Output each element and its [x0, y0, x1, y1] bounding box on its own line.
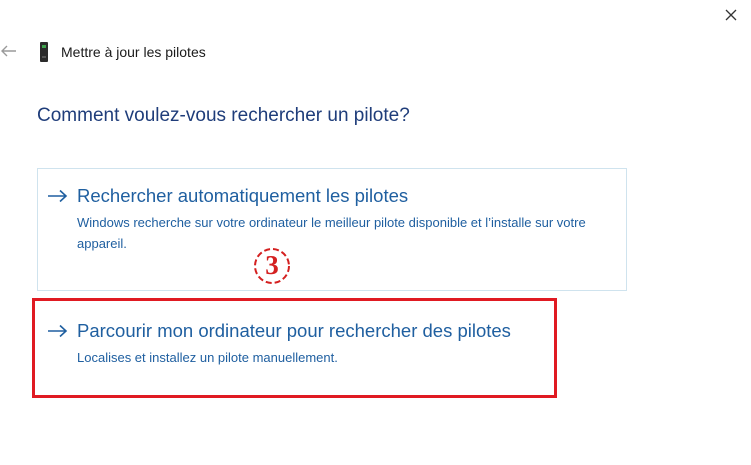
option-auto-search[interactable]: Rechercher automatiquement les pilotes W…: [47, 185, 617, 265]
option-browse-computer[interactable]: Parcourir mon ordinateur pour rechercher…: [47, 320, 547, 370]
update-drivers-dialog: Mettre à jour les pilotes Comment voulez…: [0, 0, 751, 465]
option-auto-search-title: Rechercher automatiquement les pilotes: [77, 185, 409, 206]
back-button[interactable]: [0, 42, 18, 60]
arrow-right-icon: [48, 324, 68, 338]
page-heading: Comment voulez-vous rechercher un pilote…: [37, 105, 410, 126]
step-number-badge: 3: [252, 246, 292, 286]
step-number: 3: [265, 250, 279, 280]
device-icon: [38, 42, 50, 62]
window-title: Mettre à jour les pilotes: [61, 44, 206, 60]
back-arrow-icon: [1, 45, 16, 57]
arrow-right-icon: [48, 189, 68, 203]
close-icon: [725, 9, 737, 21]
option-auto-search-description: Windows recherche sur votre ordinateur l…: [77, 215, 586, 251]
option-browse-computer-title: Parcourir mon ordinateur pour rechercher…: [77, 320, 511, 341]
close-button[interactable]: [720, 4, 742, 26]
option-browse-computer-description: Localises et installez un pilote manuell…: [77, 350, 338, 365]
